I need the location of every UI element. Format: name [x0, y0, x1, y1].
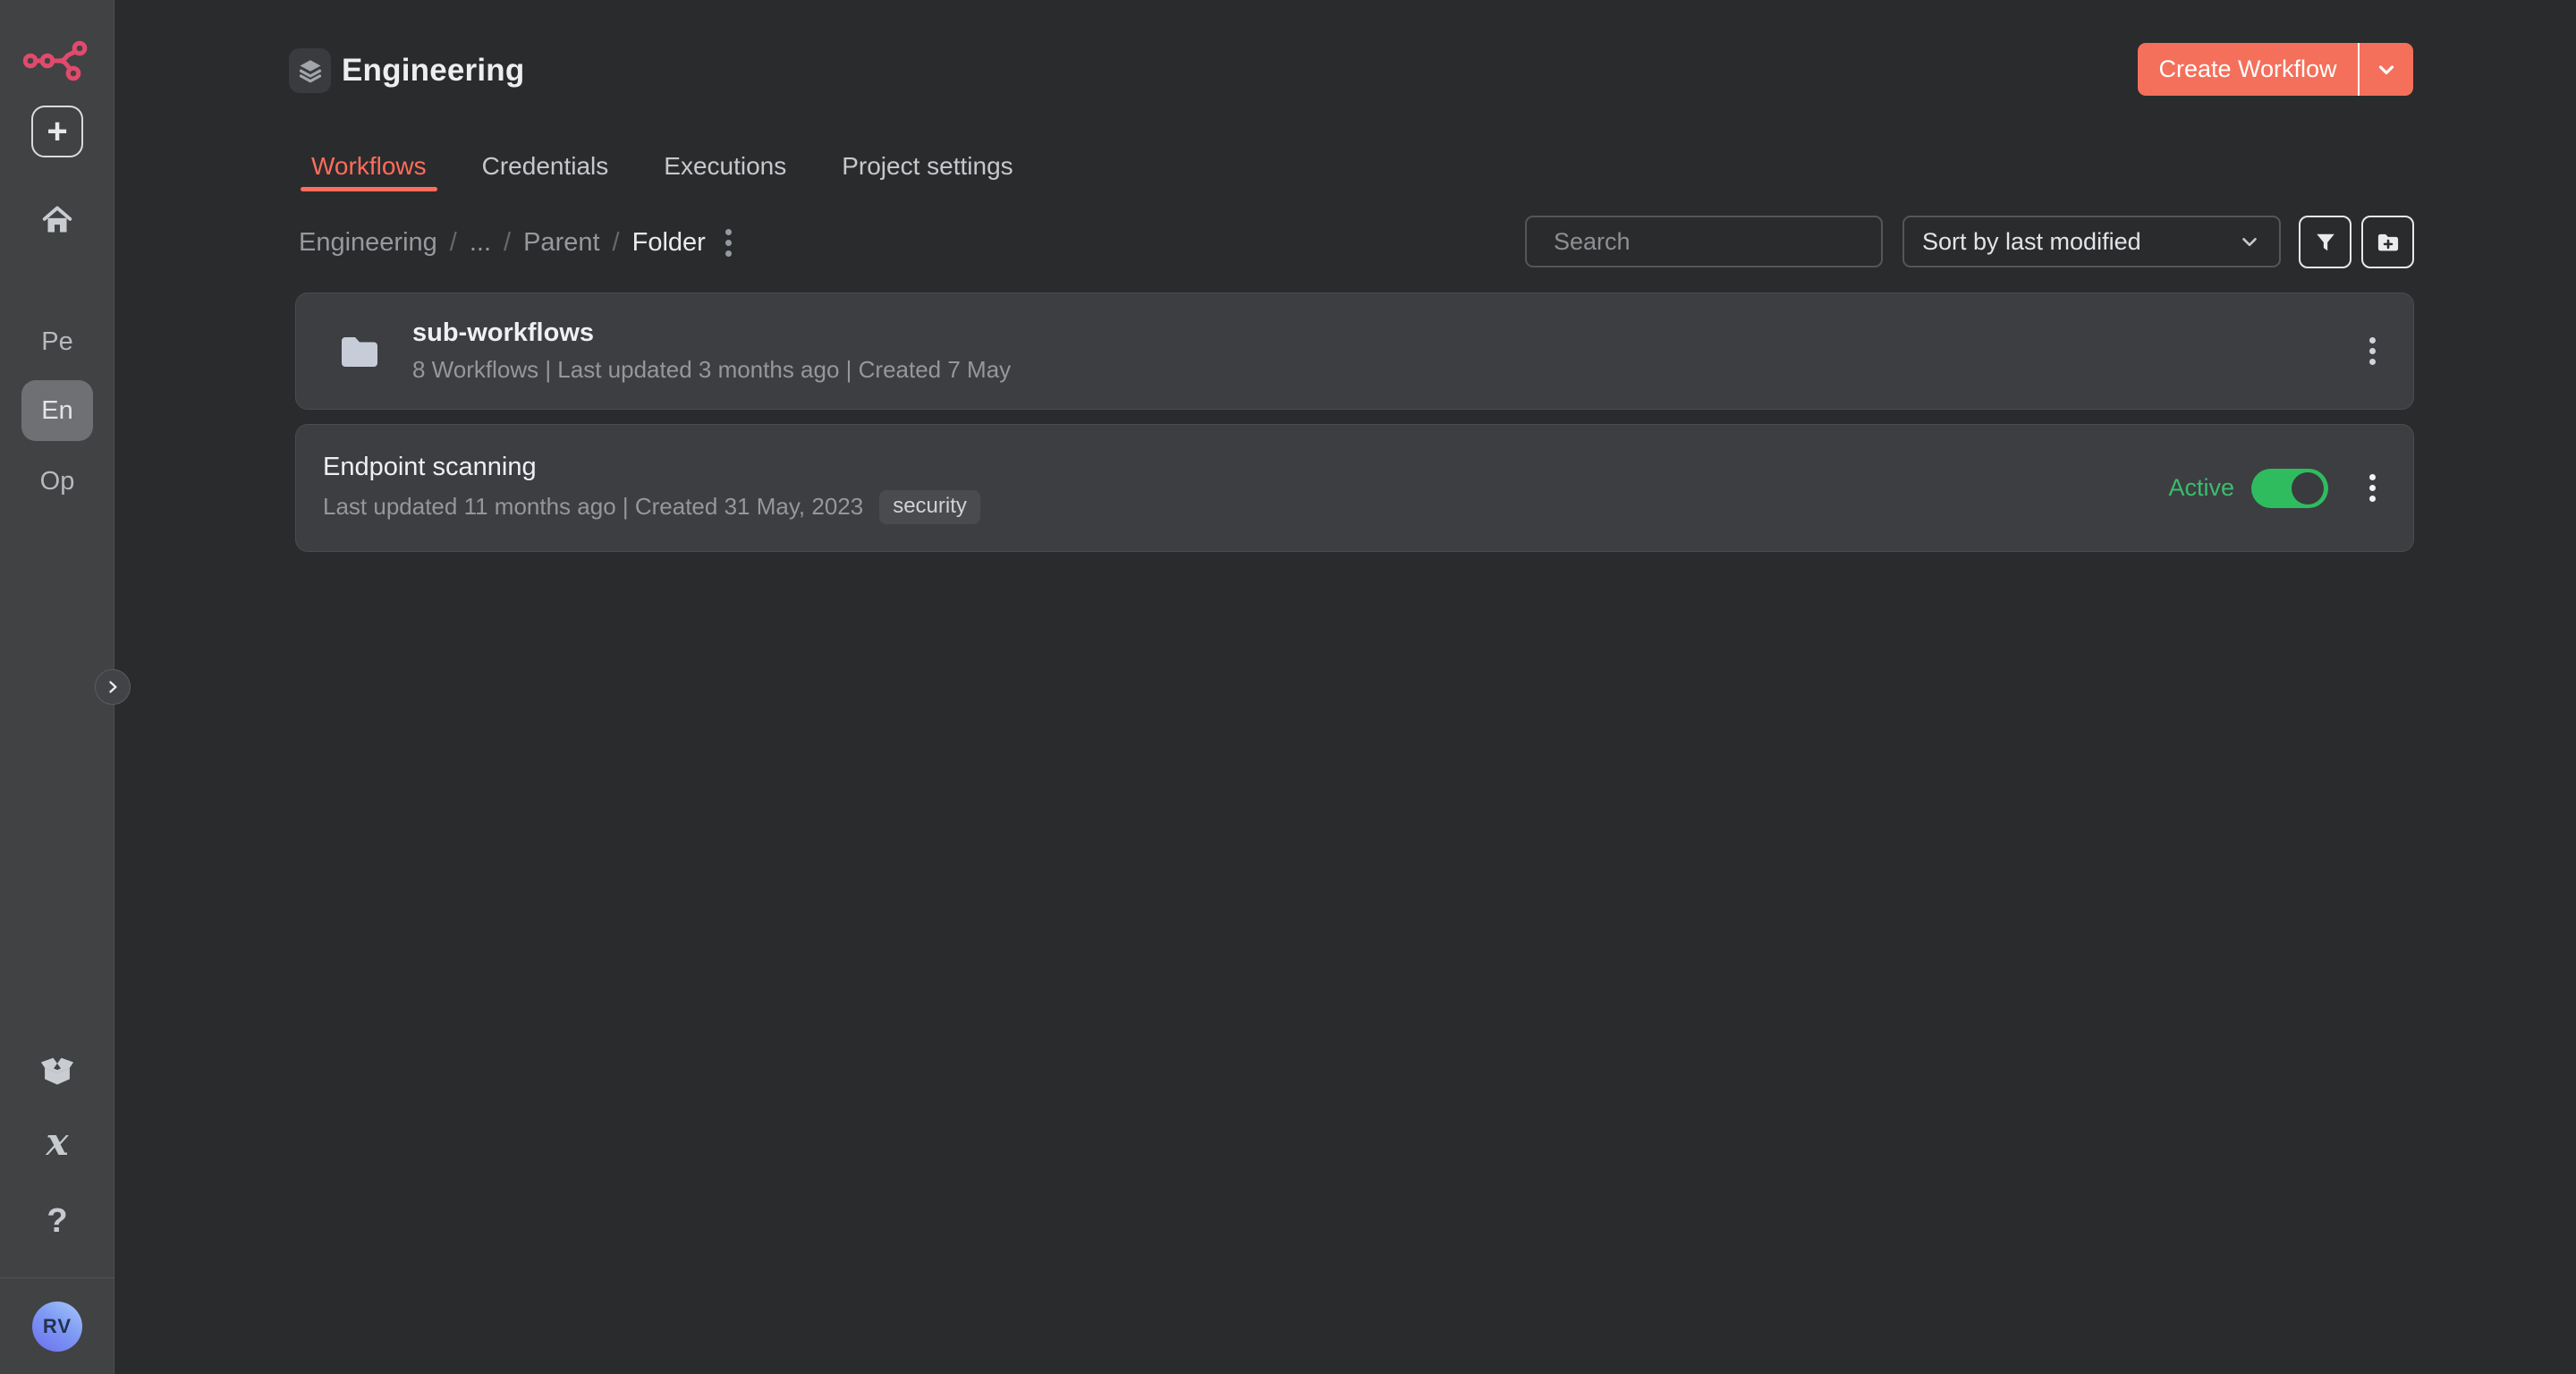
folder-card-sub-workflows[interactable]: sub-workflows 8 Workflows | Last updated… — [295, 293, 2414, 410]
create-workflow-button[interactable]: Create Workflow — [2138, 43, 2413, 96]
workflow-card-meta: Last updated 11 months ago | Created 31 … — [323, 493, 863, 521]
n8n-logo-icon[interactable] — [23, 40, 91, 81]
new-folder-button[interactable] — [2361, 216, 2414, 268]
tab-workflows[interactable]: Workflows — [301, 141, 437, 191]
user-avatar[interactable]: RV — [32, 1302, 82, 1352]
active-status-label: Active — [2168, 474, 2234, 502]
workflow-card-kebab-menu-icon[interactable] — [2362, 471, 2383, 505]
workflow-card-title[interactable]: Endpoint scanning — [323, 453, 2168, 482]
workflow-card-endpoint-scanning[interactable]: Endpoint scanning Last updated 11 months… — [295, 424, 2414, 552]
breadcrumb-separator: / — [504, 228, 511, 258]
help-icon[interactable]: ? — [0, 1202, 114, 1241]
filter-button[interactable] — [2299, 216, 2351, 268]
sidebar-expand-button[interactable] — [95, 669, 131, 705]
project-tabs: Workflows Credentials Executions Project… — [301, 141, 1024, 191]
folder-card-meta: 8 Workflows | Last updated 3 months ago … — [412, 356, 1011, 384]
breadcrumb: Engineering / ... / Parent / Folder — [299, 222, 739, 263]
folder-card-text: sub-workflows 8 Workflows | Last updated… — [412, 318, 2362, 384]
workflow-status: Active — [2168, 469, 2328, 508]
breadcrumb-item-parent[interactable]: Parent — [523, 228, 599, 258]
sidebar-project-en-active[interactable]: En — [21, 380, 93, 441]
sort-dropdown-value: Sort by last modified — [1922, 228, 2238, 256]
sidebar-divider — [0, 1277, 114, 1278]
chevron-down-icon — [2238, 230, 2261, 253]
templates-box-icon[interactable] — [38, 1052, 76, 1088]
breadcrumb-item-ellipsis[interactable]: ... — [470, 228, 491, 258]
sidebar-project-op[interactable]: Op — [0, 467, 114, 496]
chevron-down-icon — [2376, 59, 2397, 81]
tab-credentials[interactable]: Credentials — [471, 141, 620, 191]
tab-executions[interactable]: Executions — [653, 141, 797, 191]
home-icon[interactable] — [41, 204, 73, 236]
folder-icon — [339, 334, 380, 369]
breadcrumb-item-folder-current: Folder — [632, 228, 706, 258]
add-button[interactable]: + — [31, 106, 83, 157]
variables-icon[interactable]: x — [0, 1120, 114, 1164]
filter-funnel-icon — [2314, 231, 2337, 254]
breadcrumb-item-engineering[interactable]: Engineering — [299, 228, 437, 258]
breadcrumb-separator: / — [450, 228, 457, 258]
breadcrumb-separator: / — [613, 228, 620, 258]
search-box — [1525, 216, 1883, 267]
folder-plus-icon — [2376, 230, 2401, 255]
sort-dropdown[interactable]: Sort by last modified — [1902, 216, 2281, 267]
active-toggle[interactable] — [2251, 469, 2328, 508]
folder-card-kebab-menu-icon[interactable] — [2362, 334, 2383, 369]
toggle-knob — [2292, 472, 2324, 505]
search-input[interactable] — [1554, 228, 1870, 256]
workflow-card-text: Endpoint scanning Last updated 11 months… — [323, 453, 2168, 524]
sidebar-project-pe[interactable]: Pe — [0, 327, 114, 357]
app-window: + Pe En Op x ? RV — [0, 0, 2576, 1374]
sidebar: + Pe En Op x ? RV — [0, 0, 114, 1374]
chevron-right-icon — [104, 678, 122, 696]
create-workflow-dropdown[interactable] — [2360, 43, 2413, 96]
page-title: Engineering — [342, 49, 524, 92]
breadcrumb-kebab-menu-icon[interactable] — [718, 225, 739, 260]
create-workflow-label[interactable]: Create Workflow — [2138, 43, 2358, 96]
tab-project-settings[interactable]: Project settings — [831, 141, 1023, 191]
tag-security[interactable]: security — [879, 490, 980, 524]
project-layers-icon — [289, 48, 331, 93]
folder-card-title[interactable]: sub-workflows — [412, 318, 2362, 348]
